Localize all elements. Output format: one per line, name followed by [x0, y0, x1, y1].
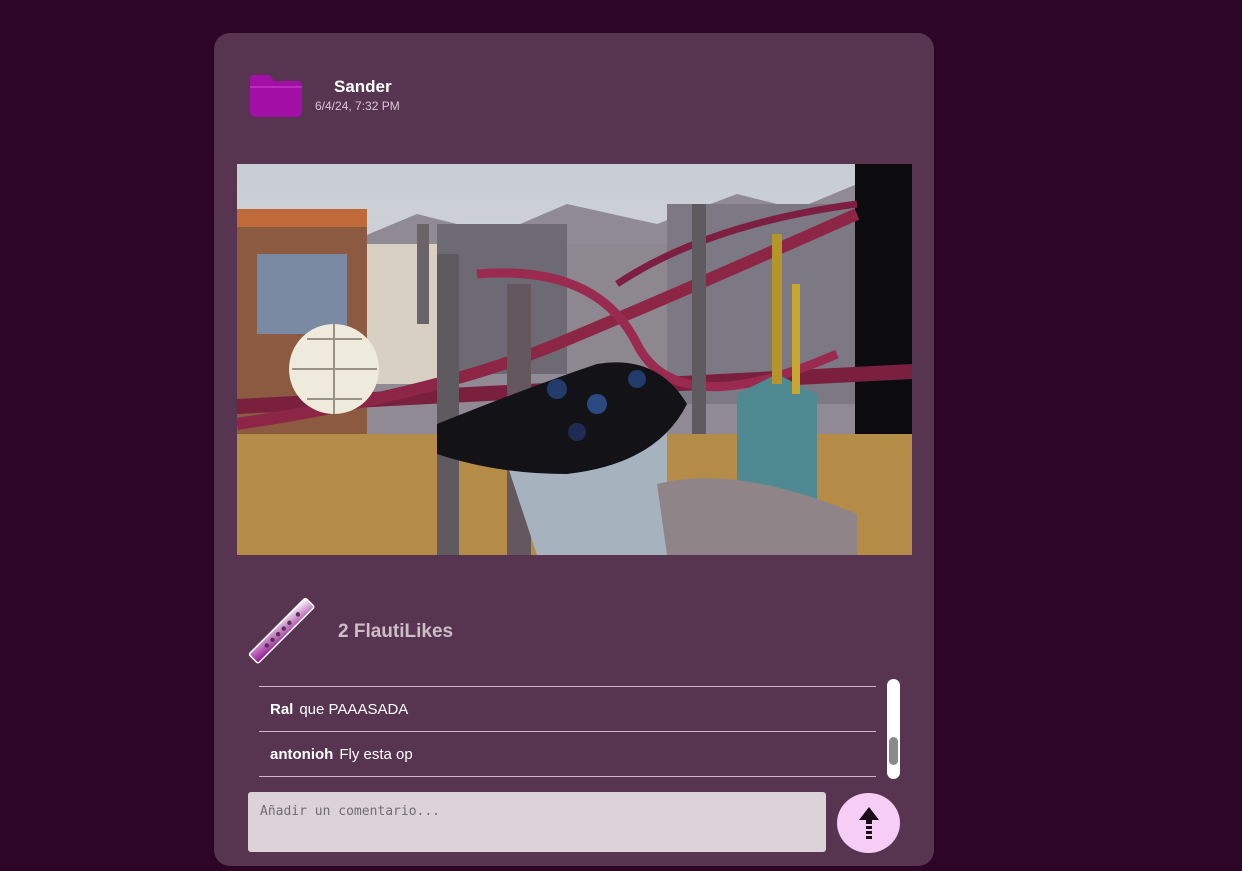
scrollbar-thumb[interactable]	[889, 737, 898, 765]
flute-icon	[248, 597, 315, 664]
comments-list: Ral que PAAASADA antonioh Fly esta op	[259, 686, 876, 779]
send-comment-button[interactable]	[837, 793, 900, 853]
username[interactable]: Sander	[334, 77, 392, 97]
comment-author[interactable]: antonioh	[270, 746, 333, 763]
arrow-up-icon	[858, 807, 879, 839]
post-image	[237, 164, 912, 555]
comment-text: que PAAASADA	[299, 700, 409, 718]
comment-author[interactable]: Ral	[270, 701, 293, 718]
like-button[interactable]	[247, 594, 317, 669]
post-timestamp: 6/4/24, 7:32 PM	[315, 99, 400, 113]
likes-count: 2 FlautiLikes	[338, 621, 454, 642]
comment-input[interactable]	[248, 792, 826, 852]
post-card: Sander 6/4/24, 7:32 PM 2 FlautiLikes Ral…	[214, 33, 934, 866]
list-item: antonioh Fly esta op	[259, 732, 876, 777]
folder-icon	[250, 75, 302, 117]
comments-scrollbar[interactable]	[887, 679, 900, 779]
list-item: Ral que PAAASADA	[259, 687, 876, 732]
avatar[interactable]	[247, 73, 305, 119]
comment-text: Fly esta op	[339, 745, 413, 763]
